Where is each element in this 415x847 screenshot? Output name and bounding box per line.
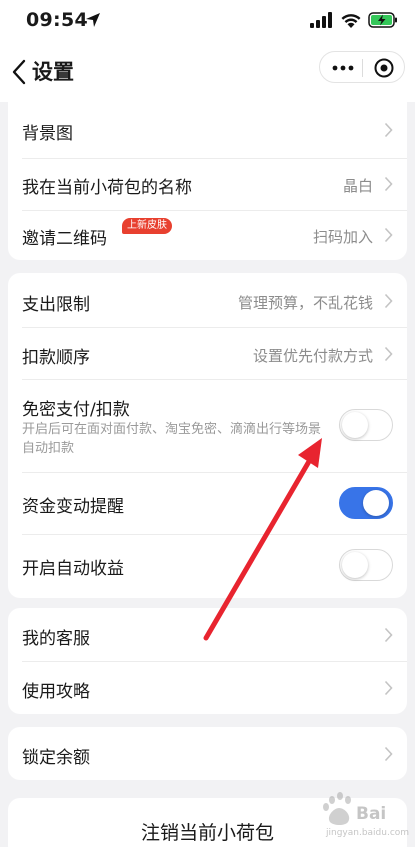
wifi-icon <box>341 14 361 28</box>
chevron-right-icon <box>384 627 393 643</box>
row-value: 管理预算，不乱花钱 <box>237 294 373 312</box>
row-customer-service[interactable]: 我的客服 <box>8 608 407 661</box>
capsule-divider <box>362 59 363 77</box>
toggle-knob <box>363 489 389 516</box>
watermark-site: jingyan.baidu.com <box>326 828 410 838</box>
cellular-signal-icon <box>310 12 332 28</box>
fund-alert-toggle[interactable] <box>339 487 393 519</box>
row-value: 扫码加入 <box>312 228 373 246</box>
row-label: 支出限制 <box>22 295 90 315</box>
row-label: 免密支付/扣款 <box>22 400 130 420</box>
row-label: 开启自动收益 <box>22 559 124 579</box>
chevron-right-icon <box>384 122 393 138</box>
auto-earnings-toggle[interactable] <box>339 549 393 581</box>
row-password-free-payment: 免密支付/扣款 开启后可在面对面付款、淘宝免密、滴滴出行等场景自动扣款 <box>8 379 407 472</box>
row-label: 背景图 <box>22 124 73 144</box>
more-dots-icon[interactable] <box>332 61 354 75</box>
row-my-name[interactable]: 我在当前小荷包的名称 晶白 <box>8 158 407 210</box>
chevron-right-icon <box>384 680 393 696</box>
row-lock-balance[interactable]: 锁定余额 <box>8 727 407 780</box>
chevron-right-icon <box>384 176 393 192</box>
row-user-guide[interactable]: 使用攻略 <box>8 661 407 714</box>
row-background-image[interactable]: 背景图 <box>8 102 407 158</box>
row-label: 我的客服 <box>22 629 90 649</box>
row-value: 设置优先付款方式 <box>252 347 373 365</box>
row-label: 邀请二维码 <box>22 229 107 249</box>
mini-program-capsule <box>319 51 405 83</box>
row-invite-qrcode[interactable]: 邀请二维码 上新皮肤 扫码加入 <box>8 210 407 260</box>
row-fund-change-alert: 资金变动提醒 <box>8 472 407 534</box>
password-free-toggle[interactable] <box>339 409 393 441</box>
navigation-bar: 设置 <box>0 44 415 102</box>
settings-group-payment: 支出限制 管理预算，不乱花钱 扣款顺序 设置优先付款方式 免密支付/扣款 开启后… <box>8 273 407 598</box>
settings-group-lock: 锁定余额 <box>8 727 407 780</box>
page-title: 设置 <box>32 60 74 84</box>
row-label: 资金变动提醒 <box>22 497 124 517</box>
row-label: 使用攻略 <box>22 682 90 702</box>
row-label: 扣款顺序 <box>22 348 90 368</box>
chevron-right-icon <box>384 293 393 309</box>
row-spending-limit[interactable]: 支出限制 管理预算，不乱花钱 <box>8 273 407 327</box>
settings-group-basic: 背景图 我在当前小荷包的名称 晶白 邀请二维码 上新皮肤 扫码加入 <box>8 102 407 260</box>
row-value: 晶白 <box>342 177 373 195</box>
toggle-knob <box>341 411 368 438</box>
status-bar: 09:54 <box>0 0 415 44</box>
battery-charging-icon <box>368 12 397 28</box>
chevron-right-icon <box>384 346 393 362</box>
row-label: 锁定余额 <box>22 748 90 768</box>
toggle-knob <box>341 551 368 578</box>
row-label: 我在当前小荷包的名称 <box>22 178 192 198</box>
watermark-brand: Bai <box>356 804 387 824</box>
row-deduction-order[interactable]: 扣款顺序 设置优先付款方式 <box>8 327 407 379</box>
row-auto-earnings: 开启自动收益 <box>8 534 407 598</box>
location-arrow-icon <box>86 13 100 27</box>
new-skin-badge: 上新皮肤 <box>122 218 172 234</box>
chevron-right-icon <box>384 746 393 762</box>
settings-group-help: 我的客服 使用攻略 <box>8 608 407 714</box>
logout-button[interactable]: 注销当前小荷包 <box>8 798 407 847</box>
row-description: 开启后可在面对面付款、淘宝免密、滴滴出行等场景自动扣款 <box>22 422 322 456</box>
close-target-icon[interactable] <box>373 57 395 79</box>
status-time: 09:54 <box>26 9 88 31</box>
back-chevron-icon[interactable] <box>10 58 28 86</box>
chevron-right-icon <box>384 227 393 243</box>
